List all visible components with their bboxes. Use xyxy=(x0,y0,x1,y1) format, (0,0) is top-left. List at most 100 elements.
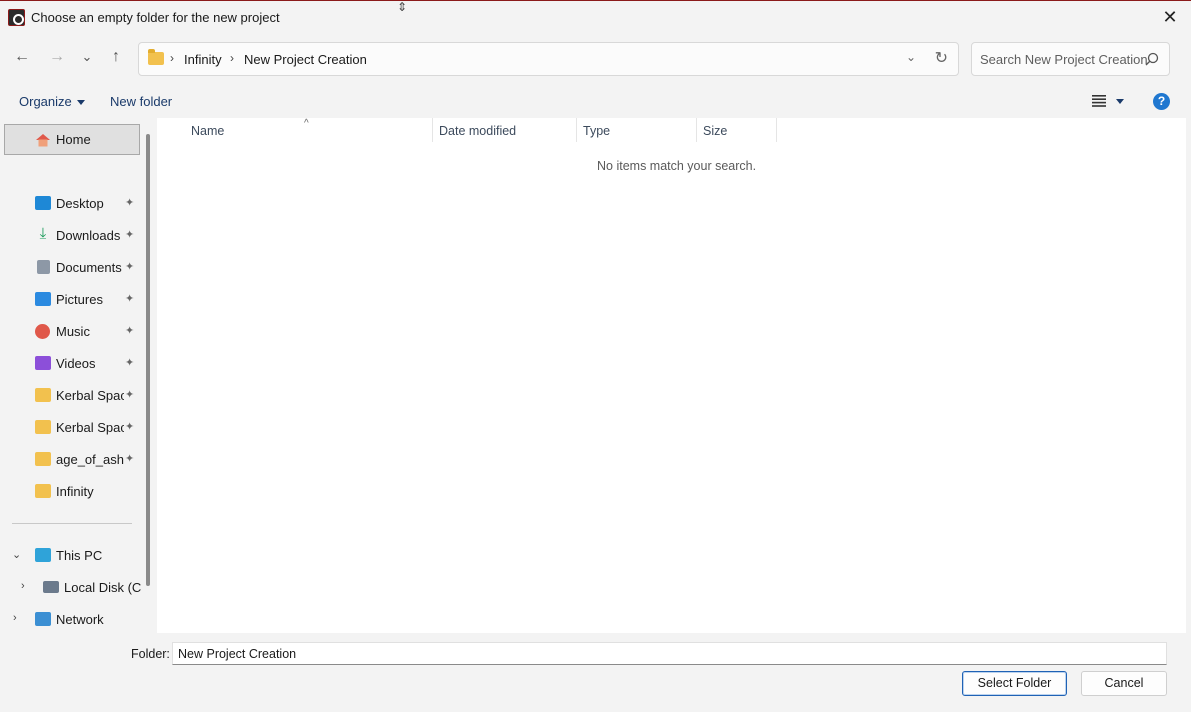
sidebar-item-label: Kerbal Space xyxy=(56,388,124,403)
pin-icon: ✦ xyxy=(125,261,135,273)
navigation-pane: Home Desktop ✦ ⤓ Downloads ✦ Documents ✦… xyxy=(0,118,157,633)
pin-icon: ✦ xyxy=(125,197,135,209)
pin-icon: ✦ xyxy=(125,357,135,369)
folder-icon xyxy=(35,420,51,434)
column-header-date-modified[interactable]: Date modified xyxy=(439,124,516,138)
navigation-bar: ← → ⌄ ↑ › Infinity › New Project Creatio… xyxy=(0,33,1191,85)
search-icon xyxy=(1145,52,1159,66)
app-icon xyxy=(8,9,25,26)
organize-button[interactable]: Organize xyxy=(19,94,85,109)
folder-icon xyxy=(35,484,51,498)
videos-icon xyxy=(35,356,51,370)
column-divider[interactable] xyxy=(432,118,433,142)
sidebar-item-infinity[interactable]: Infinity xyxy=(0,478,140,506)
address-bar[interactable]: › Infinity › New Project Creation ⌄ ↻ xyxy=(138,42,959,76)
folder-icon xyxy=(35,388,51,402)
forward-button[interactable]: → xyxy=(43,43,71,71)
sidebar-scrollbar[interactable] xyxy=(146,134,150,586)
sort-ascending-icon: ^ xyxy=(304,118,309,129)
pin-icon: ✦ xyxy=(125,389,135,401)
documents-icon xyxy=(37,260,50,274)
column-header-type[interactable]: Type xyxy=(583,124,610,138)
sidebar-item-pictures[interactable]: Pictures ✦ xyxy=(0,286,140,314)
sidebar-item-label: Home xyxy=(56,132,91,147)
chevron-right-icon[interactable]: › xyxy=(13,612,17,624)
sidebar-item-documents[interactable]: Documents ✦ xyxy=(0,254,140,282)
window-title: Choose an empty folder for the new proje… xyxy=(31,10,280,25)
sidebar-item-music[interactable]: Music ✦ xyxy=(0,318,140,346)
sidebar-item-label: age_of_ashes xyxy=(56,452,124,467)
sidebar-item-network[interactable]: › Network xyxy=(0,606,140,633)
column-divider[interactable] xyxy=(576,118,577,142)
sidebar-item-label: Downloads xyxy=(56,228,121,243)
organize-label: Organize xyxy=(19,94,72,109)
breadcrumb-separator: › xyxy=(230,51,234,65)
computer-icon xyxy=(35,548,51,562)
sidebar-item-label: This PC xyxy=(56,548,103,563)
caret-down-icon xyxy=(76,100,85,106)
sidebar-item-this-pc[interactable]: ⌄ This PC xyxy=(0,542,140,570)
column-divider[interactable] xyxy=(696,118,697,142)
up-button[interactable]: ↑ xyxy=(102,43,130,71)
search-placeholder: Search New Project Creation xyxy=(980,52,1148,67)
folder-icon xyxy=(148,49,164,65)
recent-locations-button[interactable]: ⌄ xyxy=(73,43,101,71)
view-dropdown-icon[interactable] xyxy=(1116,99,1124,104)
view-options-icon[interactable] xyxy=(1092,95,1106,107)
sidebar-item-label: Videos xyxy=(56,356,96,371)
refresh-icon[interactable]: ↻ xyxy=(935,48,948,68)
breadcrumb-separator: › xyxy=(170,51,174,65)
sidebar-divider xyxy=(12,523,132,524)
search-input[interactable]: Search New Project Creation xyxy=(971,42,1170,76)
back-button[interactable]: ← xyxy=(8,43,36,71)
breadcrumb-new-project-creation[interactable]: New Project Creation xyxy=(244,52,367,67)
sidebar-item-videos[interactable]: Videos ✦ xyxy=(0,350,140,378)
folder-name-input[interactable] xyxy=(172,642,1167,665)
sidebar-item-label: Documents xyxy=(56,260,122,275)
sidebar-item-label: Local Disk (C:) xyxy=(64,580,142,595)
folder-icon xyxy=(35,452,51,466)
sidebar-item-label: Kerbal Space xyxy=(56,420,124,435)
sidebar-item-downloads[interactable]: ⤓ Downloads ✦ xyxy=(0,222,140,250)
breadcrumb-infinity[interactable]: Infinity xyxy=(184,52,222,67)
sidebar-item-kerbal-space-1[interactable]: Kerbal Space ✦ xyxy=(0,382,140,410)
column-header-name[interactable]: Name xyxy=(191,124,224,138)
sidebar-item-age-of-ashes[interactable]: age_of_ashes ✦ xyxy=(0,446,140,474)
command-bar: Organize New folder ? xyxy=(0,85,1191,118)
music-icon xyxy=(35,324,50,339)
drive-icon xyxy=(43,581,59,593)
pin-icon: ✦ xyxy=(125,453,135,465)
help-icon[interactable]: ? xyxy=(1153,93,1170,110)
pin-icon: ✦ xyxy=(125,325,135,337)
address-dropdown-icon[interactable]: ⌄ xyxy=(906,50,916,64)
sidebar-item-label: Desktop xyxy=(56,196,104,211)
chevron-down-icon[interactable]: ⌄ xyxy=(12,548,21,561)
new-folder-button[interactable]: New folder xyxy=(110,94,172,109)
sidebar-item-label: Infinity xyxy=(56,484,94,499)
network-icon xyxy=(35,612,51,626)
file-list-pane: ^ Name Date modified Type Size No items … xyxy=(157,118,1186,633)
download-icon: ⤓ xyxy=(39,225,47,242)
sidebar-item-kerbal-space-2[interactable]: Kerbal Space ✦ xyxy=(0,414,140,442)
select-folder-button[interactable]: Select Folder xyxy=(962,671,1067,696)
pictures-icon xyxy=(35,292,51,306)
cancel-button[interactable]: Cancel xyxy=(1081,671,1167,696)
title-bar: Choose an empty folder for the new proje… xyxy=(0,0,1191,33)
close-button[interactable]: ✕ xyxy=(1159,6,1181,28)
folder-label: Folder: xyxy=(131,647,170,661)
desktop-icon xyxy=(35,196,51,210)
home-icon xyxy=(36,134,50,147)
chevron-right-icon[interactable]: › xyxy=(21,580,25,592)
pin-icon: ✦ xyxy=(125,293,135,305)
dialog-footer: Folder: Select Folder Cancel xyxy=(0,633,1191,712)
sidebar-item-desktop[interactable]: Desktop ✦ xyxy=(0,190,140,218)
sidebar-item-home[interactable]: Home xyxy=(4,124,140,155)
column-header-size[interactable]: Size xyxy=(703,124,727,138)
pin-icon: ✦ xyxy=(125,421,135,433)
column-divider[interactable] xyxy=(776,118,777,142)
sidebar-item-local-disk[interactable]: › Local Disk (C:) xyxy=(0,574,142,602)
empty-message: No items match your search. xyxy=(597,159,757,173)
pin-icon: ✦ xyxy=(125,229,135,241)
sidebar-item-label: Network xyxy=(56,612,104,627)
sidebar-item-label: Music xyxy=(56,324,90,339)
